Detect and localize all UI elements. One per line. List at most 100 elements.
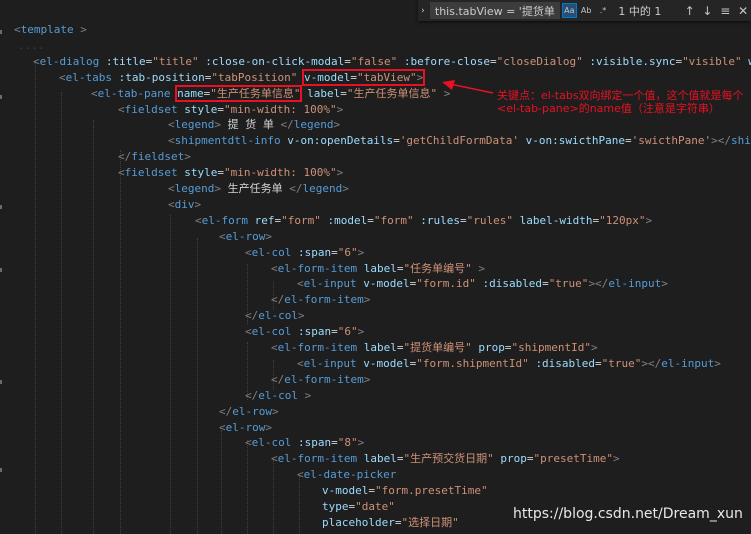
code-line: </el-row> [219,404,279,420]
code-token: :span [298,436,332,450]
code-token: "min-width: 100%" [223,166,337,180]
code-token: = [542,277,549,291]
code-token: </ [289,182,303,195]
code-line: <el-tab-pane name="生产任务单信息" label="生产任务单… [91,84,450,102]
code-line: <el-form-item label="任务单编号" > [271,261,485,277]
code-token: :visible.sync [589,54,676,68]
code-token: = [490,54,497,68]
code-token: legend [174,118,215,132]
code-token: "form" [281,213,321,227]
code-token: placeholder [322,515,395,529]
code-token: "rules" [466,213,513,227]
code-token: el-form [201,213,248,227]
find-in-selection-icon[interactable]: ≡ [717,4,733,18]
code-token: el-col [251,436,292,450]
code-token: "min-width: 100%" [223,102,337,116]
code-line: </el-col> [245,308,305,324]
code-token: label-width [519,213,593,227]
code-token: = [217,102,224,116]
code-line: </el-col > [245,388,311,404]
code-token: v-on:swicthPane [525,134,625,148]
code-token: legend [293,118,334,132]
code-token: = [595,356,602,370]
indent-guide [247,440,248,534]
code-token: "true" [548,277,589,291]
code-token: < [195,213,202,227]
indent-guide [170,215,171,534]
code-token: < [91,86,98,100]
match-count: 1 中的 1 [618,4,662,18]
code-token: > [645,213,653,227]
arrow-up-icon[interactable]: ↑ [682,4,698,18]
find-input[interactable] [429,2,560,19]
code-token: :close-on-click-modal [205,54,345,68]
code-token: 'getChildFormData' [399,134,520,148]
code-token: shipme [730,134,751,148]
code-token: "任务单编号" [403,261,472,275]
code-token: template [20,23,74,36]
code-token: ref [254,213,275,227]
code-token: </ [245,309,259,323]
code-token: > [357,245,365,259]
code-token: > [265,420,272,434]
code-token: = [344,54,351,68]
code-line: </el-form-item> [271,292,370,308]
code-token: "form.shipmentId" [416,356,529,370]
code-line: v-model="form.presetTime" [322,483,488,499]
indent-guide [61,92,62,534]
indent-guide [221,430,222,534]
code-token: el-row [225,420,266,434]
code-token: = [625,134,632,148]
code-token: = [331,325,338,339]
code-token: > [661,277,668,291]
code-token: el-input [303,356,357,370]
code-token: < [245,325,252,339]
code-line: <el-input v-model="form.shipmentId" :dis… [297,356,721,372]
editor-gutter [0,0,4,534]
code-token: :rules [420,213,460,227]
regex-toggle[interactable]: .* [596,3,611,18]
indent-guide [299,476,300,534]
code-token: legend [302,182,343,195]
code-line: <div> [168,197,201,213]
code-line: <fieldset style="min-width: 100%"> [118,165,343,181]
code-token: "选择日期" [401,515,459,529]
code-token: "提货单编号" [403,341,472,354]
code-line: <el-col :span="8"> [245,435,364,451]
code-line: <el-col :span="6"> [245,324,364,340]
code-token: "visible" [682,54,742,68]
code-token: < [245,436,252,450]
code-token: > [363,293,371,307]
whole-word-toggle[interactable]: Ab [579,3,594,18]
close-icon[interactable]: ✕ [735,4,751,18]
code-token: > [298,309,305,323]
match-case-toggle[interactable]: Aa [561,3,577,18]
code-token: el-col [258,309,298,323]
code-token: "form" [373,213,414,227]
code-token: el-col [258,388,298,402]
chevron-right-icon[interactable]: › [418,6,428,16]
code-token: > [184,150,191,164]
arrow-down-icon[interactable]: ↓ [700,4,716,18]
code-token: > [357,325,365,339]
code-line: type="date" [322,499,395,515]
code-token: < [271,261,278,275]
code-token: "8" [337,436,358,450]
code-line: <el-dialog :title = "title" :close-on-clic… [33,54,751,70]
code-token: < [118,102,125,116]
code-token: > [333,118,341,132]
code-token: :span [298,325,332,339]
highlight-v-model: v-model="tabView"> [302,68,426,86]
code-editor[interactable]: <template >.... <el-dialog :title="title"… [0,0,751,534]
code-token: el-col [251,245,292,259]
code-token: "6" [337,325,358,339]
code-token: :title [105,54,146,68]
code-token: "title" [152,54,199,68]
code-token: "presetTime" [533,452,613,466]
